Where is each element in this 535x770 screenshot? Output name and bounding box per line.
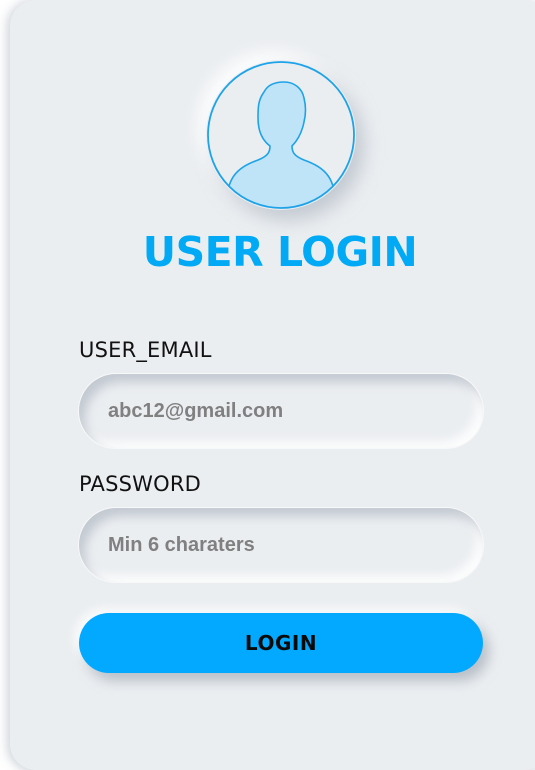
- email-field[interactable]: [108, 374, 458, 448]
- password-field-wrapper: [79, 508, 483, 582]
- password-field[interactable]: [108, 508, 458, 582]
- email-label: USER_EMAIL: [79, 338, 212, 362]
- user-avatar-icon: [207, 61, 355, 209]
- email-field-wrapper: [79, 374, 483, 448]
- password-label: PASSWORD: [79, 472, 202, 496]
- avatar: [206, 60, 356, 210]
- login-card: USER LOGIN USER_EMAIL PASSWORD LOGIN: [10, 0, 535, 770]
- page-title: USER LOGIN: [142, 228, 418, 276]
- login-button[interactable]: LOGIN: [79, 613, 483, 673]
